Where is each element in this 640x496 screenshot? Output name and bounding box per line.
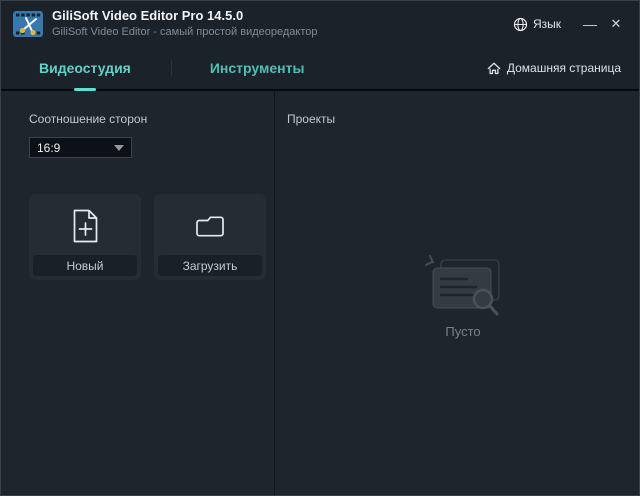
aspect-ratio-select[interactable]: 16:9 bbox=[29, 137, 132, 158]
aspect-ratio-value: 16:9 bbox=[37, 140, 61, 155]
close-button[interactable]: ✕ bbox=[603, 11, 629, 37]
project-actions: Новый Загрузить bbox=[29, 194, 274, 280]
tab-video-studio-label: Видеостудия bbox=[39, 60, 131, 76]
title-bar: GiliSoft Video Editor Pro 14.5.0 GiliSof… bbox=[1, 1, 639, 47]
document-plus-icon bbox=[73, 209, 97, 243]
app-title: GiliSoft Video Editor Pro 14.5.0 bbox=[52, 8, 244, 24]
app-window: GiliSoft Video Editor Pro 14.5.0 GiliSof… bbox=[0, 0, 640, 496]
language-label: Язык bbox=[532, 17, 561, 31]
tab-video-studio[interactable]: Видеостудия bbox=[39, 47, 131, 91]
titlebar-controls: Язык — ✕ bbox=[513, 11, 629, 37]
tab-tools-label: Инструменты bbox=[209, 60, 305, 76]
empty-documents-illustration bbox=[425, 255, 500, 316]
app-logo-icon bbox=[13, 11, 43, 37]
minimize-button[interactable]: — bbox=[577, 11, 603, 37]
main-content: Соотношение сторон 16:9 Новый Загрузить … bbox=[1, 91, 639, 495]
title-block: GiliSoft Video Editor Pro 14.5.0 GiliSof… bbox=[52, 8, 318, 39]
new-project-button[interactable]: Новый bbox=[29, 194, 141, 280]
tab-tools[interactable]: Инструменты bbox=[210, 47, 305, 89]
empty-label: Пусто bbox=[445, 324, 481, 339]
aspect-ratio-label: Соотношение сторон bbox=[29, 112, 148, 126]
home-page-link[interactable]: Домашняя страница bbox=[487, 61, 621, 75]
chevron-down-icon bbox=[114, 144, 124, 151]
empty-state: Пусто bbox=[287, 96, 639, 495]
language-button[interactable]: Язык bbox=[513, 17, 561, 32]
folder-icon bbox=[196, 216, 224, 237]
projects-panel: Проекты Пусто bbox=[275, 91, 639, 495]
tab-bar: Видеостудия Инструменты Домашняя страниц… bbox=[1, 47, 639, 91]
new-project-label: Новый bbox=[33, 255, 137, 276]
tab-separator bbox=[170, 60, 172, 76]
active-tab-indicator bbox=[73, 88, 96, 91]
load-project-button[interactable]: Загрузить bbox=[154, 194, 266, 280]
globe-icon bbox=[513, 17, 528, 31]
home-icon bbox=[487, 62, 501, 74]
load-project-label: Загрузить bbox=[158, 255, 262, 276]
home-page-label: Домашняя страница bbox=[506, 61, 621, 75]
left-panel: Соотношение сторон 16:9 Новый Загрузить bbox=[1, 91, 275, 495]
app-subtitle: GiliSoft Video Editor - самый простой ви… bbox=[52, 26, 318, 39]
